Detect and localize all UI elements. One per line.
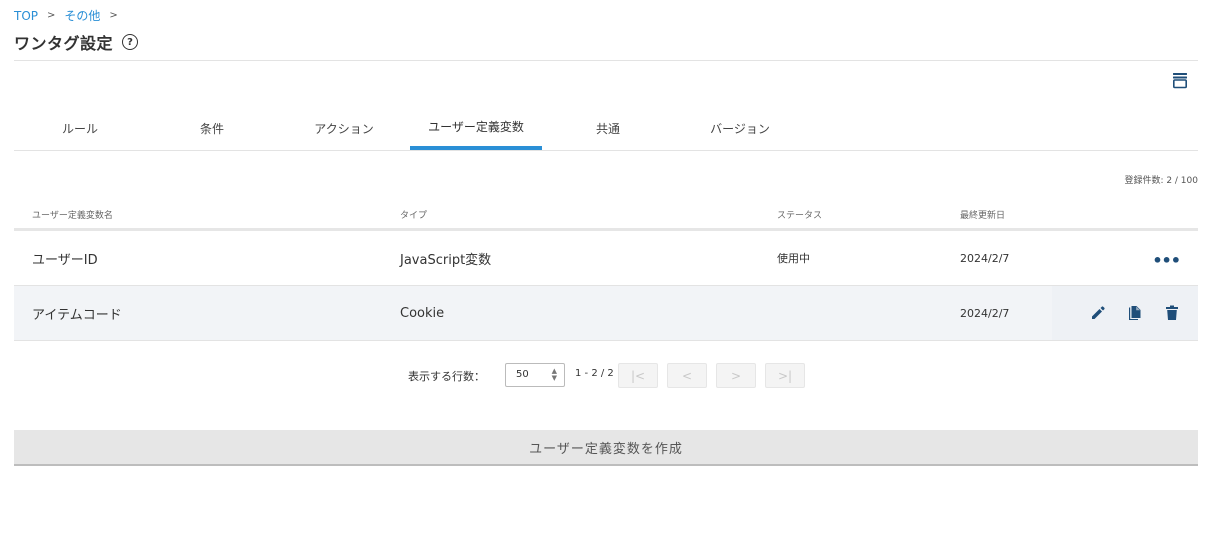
rows-per-page-stepper[interactable]: 50 ▲ ▼ bbox=[505, 363, 565, 387]
table-header: ユーザー定義変数名 タイプ ステータス 最終更新日 bbox=[14, 200, 1198, 231]
table-row[interactable]: アイテムコード Cookie 2024/2/7 bbox=[14, 286, 1198, 341]
archive-icon[interactable] bbox=[1171, 71, 1189, 89]
tab-actions[interactable]: アクション bbox=[278, 106, 410, 150]
copy-icon[interactable] bbox=[1126, 304, 1144, 322]
header-name: ユーザー定義変数名 bbox=[32, 211, 113, 221]
help-icon[interactable]: ? bbox=[122, 34, 139, 50]
variable-type: Cookie bbox=[400, 305, 445, 321]
page-title: ワンタグ設定 bbox=[14, 34, 114, 53]
header-type: タイプ bbox=[400, 211, 428, 221]
delete-icon[interactable] bbox=[1163, 304, 1181, 322]
variable-name: ユーザーID bbox=[32, 252, 98, 268]
table-row[interactable]: ユーザーID JavaScript変数 使用中 2024/2/7 ••• bbox=[14, 231, 1198, 286]
breadcrumb-other-link[interactable]: その他 bbox=[64, 7, 100, 24]
registration-count: 登録件数: 2 / 100 bbox=[1124, 176, 1198, 186]
title-row: ワンタグ設定 ? bbox=[14, 30, 139, 54]
tab-user-defined-variables[interactable]: ユーザー定義変数 bbox=[410, 106, 542, 150]
variable-type: JavaScript変数 bbox=[400, 252, 492, 268]
page-range: 1 - 2 / 2 bbox=[575, 368, 614, 379]
tab-versions[interactable]: バージョン bbox=[674, 106, 806, 150]
last-page-button[interactable]: >| bbox=[765, 363, 805, 388]
tab-common[interactable]: 共通 bbox=[542, 106, 674, 150]
tab-bar: ルール 条件 アクション ユーザー定義変数 共通 バージョン bbox=[14, 106, 1198, 151]
create-variable-button[interactable]: ユーザー定義変数を作成 bbox=[14, 430, 1198, 466]
variable-updated: 2024/2/7 bbox=[960, 251, 1010, 265]
first-page-button[interactable]: |< bbox=[618, 363, 658, 388]
variable-updated: 2024/2/7 bbox=[960, 306, 1010, 320]
breadcrumb-separator: > bbox=[109, 10, 118, 21]
stepper-arrows-icon[interactable]: ▲ ▼ bbox=[552, 368, 557, 382]
variable-status: 使用中 bbox=[777, 252, 810, 265]
pagination: 表示する行数： 50 ▲ ▼ 1 - 2 / 2 |< < > >| bbox=[0, 363, 1214, 388]
next-page-button[interactable]: > bbox=[716, 363, 756, 388]
header-updated: 最終更新日 bbox=[960, 211, 1006, 221]
header-status: ステータス bbox=[777, 211, 823, 221]
variables-table: ユーザー定義変数名 タイプ ステータス 最終更新日 ユーザーID JavaScr… bbox=[14, 200, 1198, 341]
rows-per-page-label: 表示する行数： bbox=[408, 370, 485, 383]
edit-icon[interactable] bbox=[1089, 304, 1107, 322]
tab-rules[interactable]: ルール bbox=[14, 106, 146, 150]
header-divider bbox=[14, 60, 1198, 61]
tab-conditions[interactable]: 条件 bbox=[146, 106, 278, 150]
prev-page-button[interactable]: < bbox=[667, 363, 707, 388]
rows-per-page-value: 50 bbox=[516, 369, 529, 380]
more-icon[interactable]: ••• bbox=[1152, 251, 1181, 270]
breadcrumb: TOP > その他 > bbox=[14, 7, 127, 24]
variable-name: アイテムコード bbox=[32, 307, 122, 323]
breadcrumb-separator: > bbox=[47, 10, 56, 21]
breadcrumb-top-link[interactable]: TOP bbox=[14, 9, 38, 23]
